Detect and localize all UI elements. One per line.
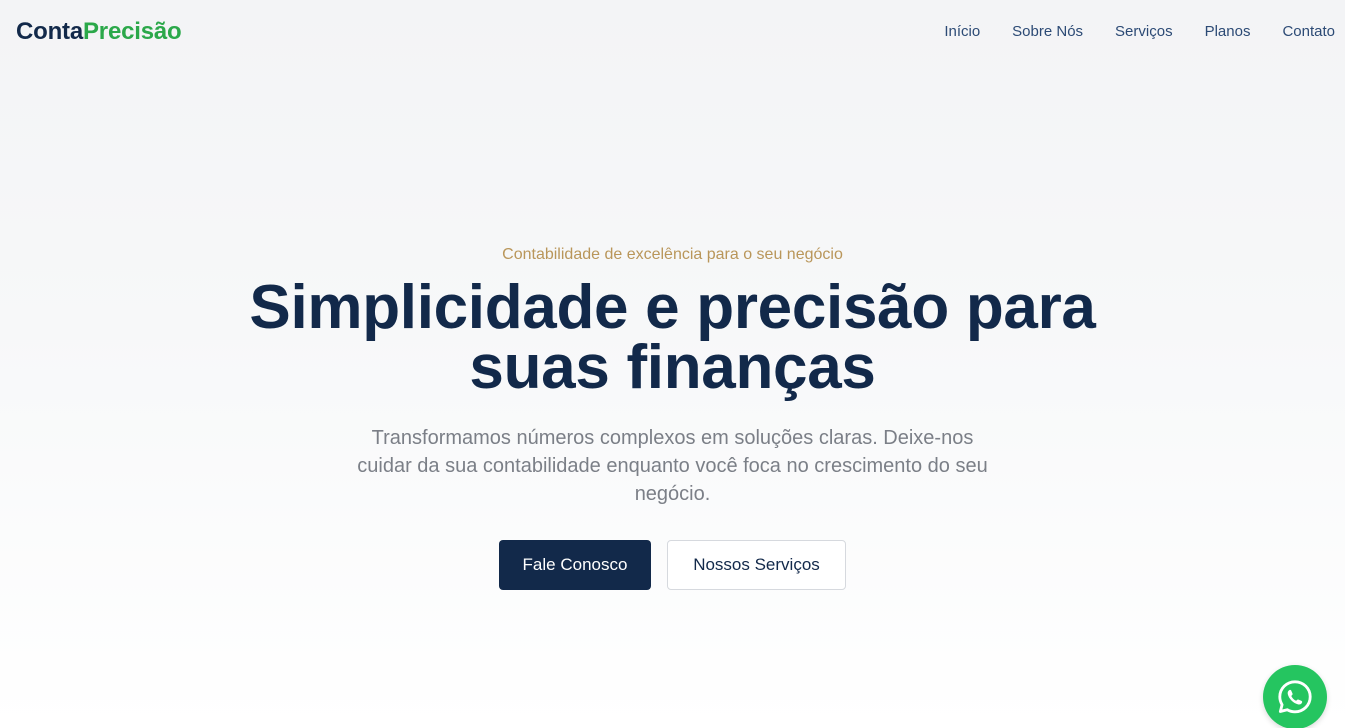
- logo[interactable]: ContaPrecisão: [16, 16, 182, 48]
- nav-link-planos[interactable]: Planos: [1205, 22, 1251, 42]
- whatsapp-icon: [1278, 680, 1312, 714]
- nav-menu: Início Sobre Nós Serviços Planos Contato: [912, 22, 1335, 42]
- nav-link-contato[interactable]: Contato: [1282, 22, 1335, 42]
- hero-title: Simplicidade e precisão para suas finanç…: [249, 273, 1096, 402]
- hero-cta-group: Fale Conosco Nossos Serviços: [0, 540, 1345, 590]
- contact-us-button[interactable]: Fale Conosco: [499, 540, 651, 590]
- nav-link-sobre-nos[interactable]: Sobre Nós: [1012, 22, 1083, 42]
- whatsapp-button[interactable]: [1263, 665, 1327, 728]
- our-services-button[interactable]: Nossos Serviços: [667, 540, 846, 590]
- nav-link-servicos[interactable]: Serviços: [1115, 22, 1173, 42]
- navbar: ContaPrecisão Início Sobre Nós Serviços …: [0, 0, 1345, 64]
- logo-text-accent: Precisão: [83, 18, 182, 45]
- hero-eyebrow: Contabilidade de excelência para o seu n…: [502, 246, 843, 263]
- logo-text-primary: Conta: [16, 18, 83, 45]
- hero-section: Contabilidade de excelência para o seu n…: [0, 240, 1345, 590]
- nav-link-inicio[interactable]: Início: [944, 22, 980, 42]
- hero-subtitle: Transformamos números complexos em soluç…: [357, 427, 988, 505]
